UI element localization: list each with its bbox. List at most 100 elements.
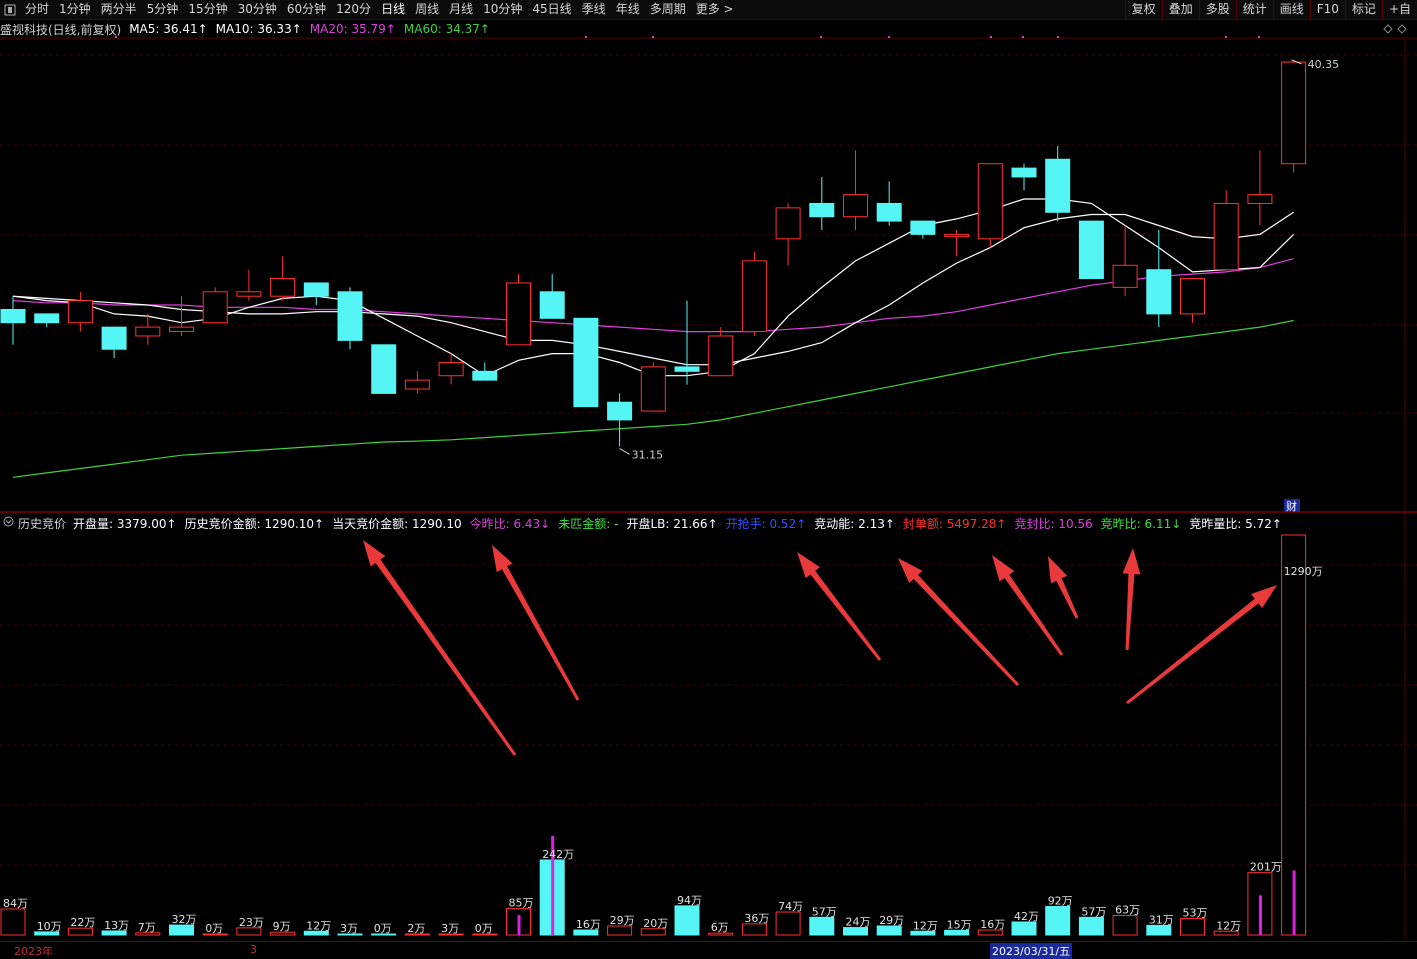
event-dot-5	[990, 36, 992, 38]
candle-body-22	[741, 260, 767, 333]
indicator-item-5: 开盘LB: 21.66↑	[626, 516, 718, 531]
candle-body-21	[708, 335, 734, 377]
indicator-item-7: 竞动能: 2.13↑	[814, 516, 895, 531]
volume-label-30: 42万	[1014, 910, 1039, 923]
volume-bar-31	[1045, 905, 1071, 936]
volume-label-27: 12万	[913, 919, 938, 932]
annotation-arrow-7	[1126, 585, 1277, 705]
indicator-item-4: 未匹金额: -	[558, 516, 619, 531]
volume-label-17: 16万	[576, 918, 601, 931]
volume-label-4: 7万	[138, 921, 156, 934]
candle-body-1	[34, 313, 60, 324]
candle-body-17	[573, 317, 599, 408]
indicator-item-2: 当天竞价金额: 1290.10	[332, 516, 462, 531]
annotation-arrow-2	[797, 552, 882, 661]
volume-label-21: 6万	[711, 921, 729, 934]
event-dot-1	[585, 36, 587, 38]
volume-label-36: 12万	[1216, 919, 1241, 932]
candle-body-27	[910, 220, 936, 235]
volume-bar-35	[1180, 918, 1205, 936]
volume-bar-20	[674, 905, 700, 936]
volume-label-26: 29万	[879, 914, 904, 927]
auction-bar-37	[1258, 895, 1262, 935]
volume-label-37: 201万	[1250, 861, 1282, 874]
volume-bar-24	[809, 916, 835, 936]
annotation-arrow-0	[363, 540, 517, 756]
volume-bar-0	[0, 908, 26, 936]
volume-label-5: 32万	[172, 913, 197, 926]
indicator-item-8: 封单额: 5497.28↑	[902, 516, 1007, 531]
candle-body-34	[1146, 269, 1172, 315]
volume-label-18: 29万	[610, 914, 635, 927]
candle-body-37	[1247, 194, 1273, 204]
low-price-label: 31.15	[632, 448, 664, 461]
candle-body-26	[876, 202, 902, 222]
candle-body-15	[506, 282, 531, 346]
candle-body-33	[1112, 264, 1138, 288]
annotation-arrow-6	[1122, 548, 1141, 651]
annotation-arrow-1	[492, 545, 580, 701]
volume-label-20: 94万	[677, 894, 702, 907]
volume-bar-22	[741, 923, 767, 936]
volume-label-29: 16万	[980, 918, 1005, 931]
volume-label-19: 20万	[643, 917, 668, 930]
event-dot-3	[820, 36, 822, 38]
volume-label-0: 84万	[3, 897, 28, 910]
candle-body-3	[101, 326, 127, 350]
indicator-menu-icon[interactable]	[3, 516, 14, 530]
indicator-item-1: 历史竞价金额: 1290.10↑	[184, 516, 325, 531]
indicator-item-0: 开盘量: 3379.00↑	[73, 516, 177, 531]
volume-label-22: 36万	[744, 912, 769, 925]
volume-bar-32	[1078, 916, 1104, 936]
x-axis-month: 3	[250, 943, 257, 956]
indicator-title-bar: 历史竞价 开盘量: 3379.00↑ 历史竞价金额: 1290.10↑ 当天竞价金额…	[0, 513, 1417, 533]
candle-body-4	[135, 326, 161, 337]
candle-body-35	[1180, 278, 1205, 315]
candle-body-25	[843, 194, 868, 218]
volume-bar-5	[169, 924, 194, 936]
high-price-label: 40.35	[1308, 58, 1340, 71]
volume-label-7: 23万	[239, 916, 264, 929]
candle-body-30	[1011, 167, 1037, 178]
candle-body-11	[371, 344, 397, 394]
volume-label-11: 0万	[374, 922, 392, 935]
volume-bar-18	[607, 925, 633, 936]
indicator-name[interactable]: 历史竞价	[18, 515, 66, 532]
volume-bar-23	[775, 911, 801, 936]
event-dot-0	[115, 36, 117, 38]
indicator-item-9: 竞封比: 10.56	[1014, 516, 1093, 531]
cai-badge: 财	[1286, 499, 1297, 513]
volume-label-12: 2万	[407, 922, 425, 935]
auction-bar-38	[1292, 870, 1296, 935]
candle-body-28	[944, 233, 970, 237]
volume-bar-2	[67, 927, 93, 936]
event-dot-9	[1258, 36, 1260, 38]
event-dot-4	[888, 36, 890, 38]
candle-body-10	[337, 291, 363, 341]
volume-label-38: 1290万	[1284, 565, 1323, 578]
candle-body-7	[236, 291, 262, 297]
candle-body-19	[640, 366, 666, 412]
volume-label-34: 31万	[1149, 913, 1174, 926]
indicator-item-10: 竞昨比: 6.11↓	[1100, 516, 1182, 531]
volume-label-25: 24万	[846, 916, 871, 929]
auction-bar-15	[517, 915, 521, 935]
candle-body-13	[438, 361, 464, 377]
event-dot-6	[1022, 36, 1024, 38]
volume-bar-34	[1146, 924, 1172, 936]
price-chart[interactable]: 40.3531.15财84万10万 22万 13万 7万32万0万 23万 9万 12万 3万…	[0, 0, 1417, 958]
volume-label-1: 10万	[37, 920, 62, 933]
candle-body-5	[169, 326, 194, 333]
candle-body-29	[977, 163, 1003, 240]
candle-body-9	[303, 282, 329, 297]
volume-bar-25	[843, 927, 868, 936]
volume-label-14: 0万	[475, 922, 493, 935]
volume-label-24: 57万	[812, 905, 837, 918]
candle-body-18	[607, 401, 633, 421]
candle-body-8	[270, 278, 296, 297]
volume-label-16: 242万	[542, 848, 574, 861]
volume-bar-30	[1011, 921, 1037, 936]
candle-body-20	[674, 366, 700, 372]
candle-body-32	[1078, 220, 1104, 280]
indicator-item-3: 今昨比: 6.43↓	[469, 516, 551, 531]
